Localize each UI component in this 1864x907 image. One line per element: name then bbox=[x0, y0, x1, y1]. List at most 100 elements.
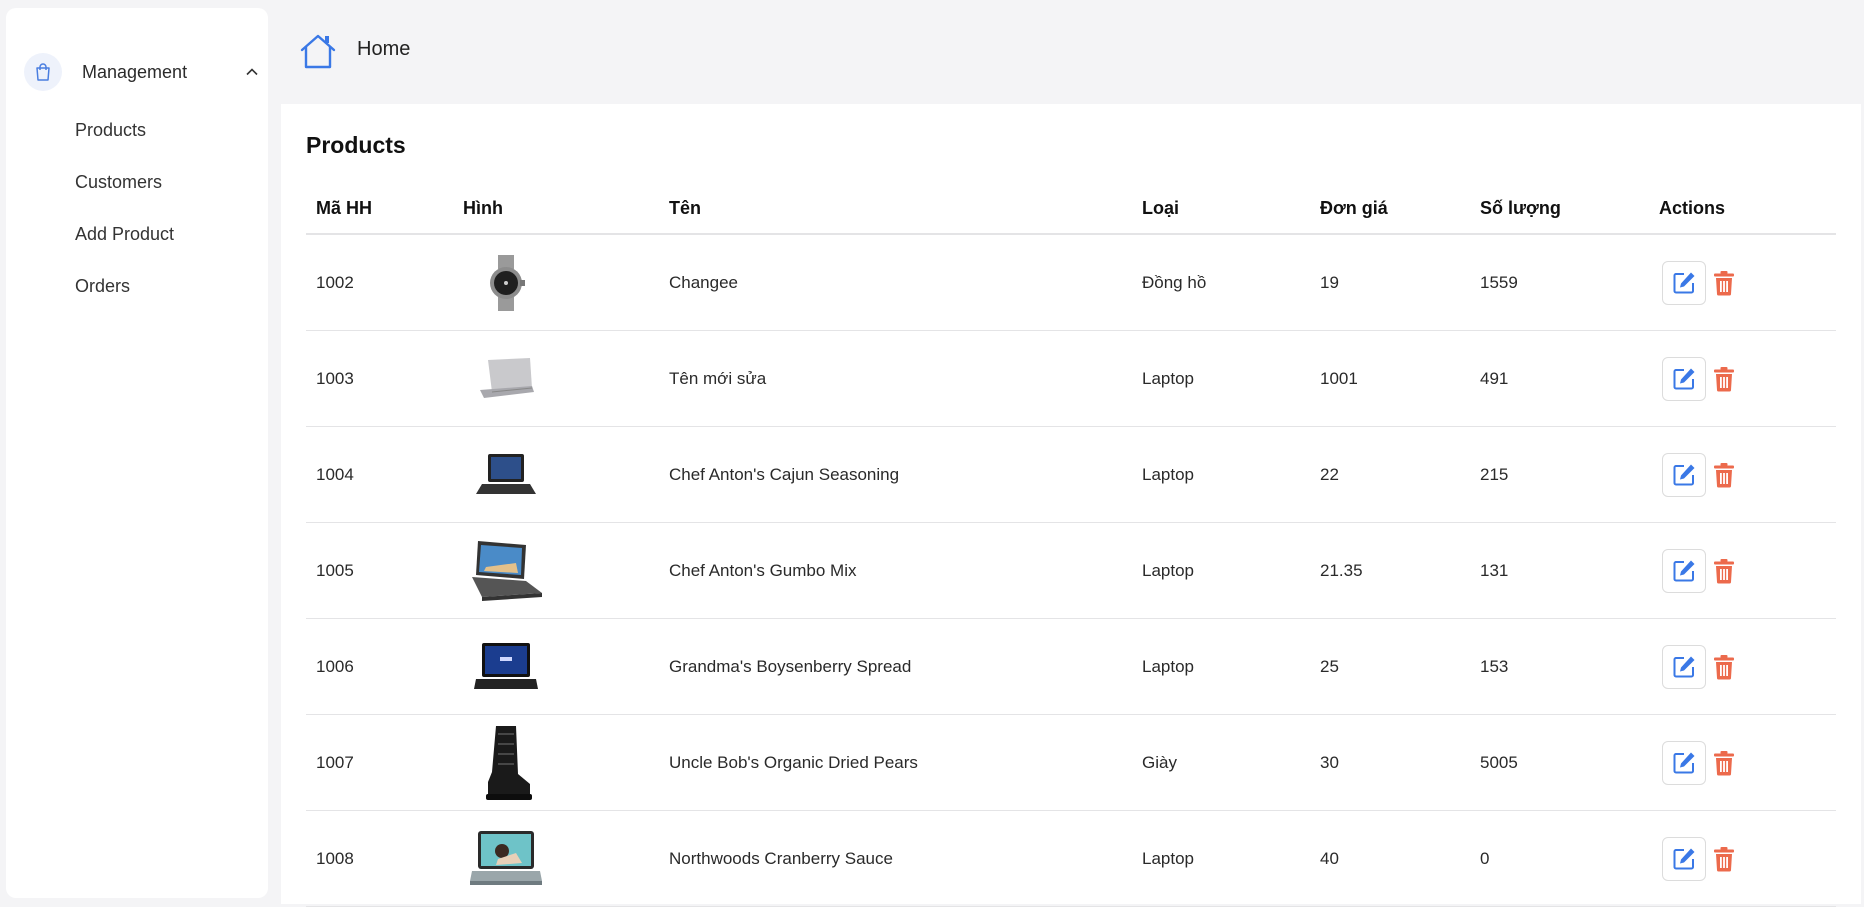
delete-button[interactable] bbox=[1710, 741, 1738, 785]
table-row: 1007 Uncle Bob's Organic Dried Pears Già… bbox=[306, 715, 1836, 811]
table-row: 1004 Chef Anton's Cajun Seasoning Laptop… bbox=[306, 427, 1836, 523]
product-type: Laptop bbox=[1142, 561, 1194, 580]
product-price: 22 bbox=[1320, 465, 1339, 484]
product-price: 19 bbox=[1320, 273, 1339, 292]
column-header-quantity: Số lượng bbox=[1480, 198, 1561, 218]
product-price: 40 bbox=[1320, 849, 1339, 868]
products-table: Mã HH Hình Tên Loại Đơn giá Số lượng Act… bbox=[306, 186, 1836, 907]
page-title: Products bbox=[306, 132, 406, 158]
product-quantity: 5005 bbox=[1480, 753, 1518, 772]
column-header-image: Hình bbox=[463, 198, 503, 218]
edit-icon bbox=[1673, 560, 1695, 582]
edit-button[interactable] bbox=[1662, 549, 1706, 593]
table-body: 1002 Changee Đồng hồ 19 1559 1003 Tên mớ… bbox=[306, 235, 1836, 907]
sidebar: Management Products Customers Add Produc… bbox=[6, 8, 268, 898]
sidebar-item-add-product[interactable]: Add Product bbox=[75, 219, 255, 249]
edit-icon bbox=[1673, 848, 1695, 870]
trash-icon bbox=[1714, 463, 1734, 488]
edit-icon bbox=[1673, 272, 1695, 294]
product-id: 1003 bbox=[316, 369, 354, 388]
product-type: Laptop bbox=[1142, 369, 1194, 388]
product-quantity: 215 bbox=[1480, 465, 1509, 484]
product-id: 1005 bbox=[316, 561, 354, 580]
edit-button[interactable] bbox=[1662, 261, 1706, 305]
edit-icon bbox=[1673, 368, 1695, 390]
delete-button[interactable] bbox=[1710, 357, 1738, 401]
delete-button[interactable] bbox=[1710, 549, 1738, 593]
product-name: Grandma's Boysenberry Spread bbox=[669, 657, 912, 676]
trash-icon bbox=[1714, 655, 1734, 680]
edit-icon bbox=[1673, 656, 1695, 678]
product-name: Changee bbox=[669, 273, 739, 292]
product-name: Tên mới sửa bbox=[669, 369, 767, 388]
product-price: 25 bbox=[1320, 657, 1339, 676]
chevron-up-icon bbox=[240, 60, 264, 84]
table-row: 1008 Northwoods Cranberry Sauce Laptop 4… bbox=[306, 811, 1836, 907]
product-name: Northwoods Cranberry Sauce bbox=[669, 849, 893, 868]
breadcrumb-home[interactable]: Home bbox=[357, 38, 410, 61]
row-actions bbox=[1662, 235, 1738, 331]
product-image bbox=[461, 811, 551, 907]
trash-icon bbox=[1714, 847, 1734, 872]
product-price: 21.35 bbox=[1320, 561, 1363, 580]
column-header-name: Tên bbox=[669, 198, 702, 218]
row-actions bbox=[1662, 331, 1738, 427]
product-image bbox=[461, 331, 551, 427]
trash-icon bbox=[1714, 271, 1734, 296]
row-actions bbox=[1662, 619, 1738, 715]
table-row: 1005 Chef Anton's Gumbo Mix Laptop 21.35… bbox=[306, 523, 1836, 619]
sidebar-item-customers[interactable]: Customers bbox=[75, 167, 255, 197]
delete-button[interactable] bbox=[1710, 261, 1738, 305]
product-image bbox=[461, 715, 551, 811]
row-actions bbox=[1662, 715, 1738, 811]
home-icon[interactable] bbox=[298, 31, 338, 71]
trash-icon bbox=[1714, 559, 1734, 584]
row-actions bbox=[1662, 523, 1738, 619]
column-header-type: Loại bbox=[1142, 198, 1180, 218]
products-card: Products Mã HH Hình Tên Loại Đơn giá Số … bbox=[281, 104, 1861, 907]
column-header-actions: Actions bbox=[1659, 198, 1726, 218]
column-header-id: Mã HH bbox=[316, 198, 373, 218]
product-image bbox=[461, 523, 551, 619]
edit-button[interactable] bbox=[1662, 357, 1706, 401]
product-type: Laptop bbox=[1142, 465, 1194, 484]
trash-icon bbox=[1714, 751, 1734, 776]
product-quantity: 131 bbox=[1480, 561, 1509, 580]
product-id: 1008 bbox=[316, 849, 354, 868]
delete-button[interactable] bbox=[1710, 837, 1738, 881]
sidebar-item-orders[interactable]: Orders bbox=[75, 271, 255, 301]
product-quantity: 1559 bbox=[1480, 273, 1518, 292]
management-menu-toggle[interactable]: Management bbox=[24, 46, 264, 98]
row-actions bbox=[1662, 811, 1738, 907]
product-id: 1007 bbox=[316, 753, 354, 772]
product-type: Đồng hồ bbox=[1142, 273, 1207, 292]
product-quantity: 491 bbox=[1480, 369, 1509, 388]
delete-button[interactable] bbox=[1710, 453, 1738, 497]
product-quantity: 153 bbox=[1480, 657, 1509, 676]
table-header: Mã HH Hình Tên Loại Đơn giá Số lượng Act… bbox=[306, 186, 1836, 235]
edit-icon bbox=[1673, 752, 1695, 774]
product-image bbox=[461, 427, 551, 523]
edit-button[interactable] bbox=[1662, 741, 1706, 785]
trash-icon bbox=[1714, 367, 1734, 392]
row-actions bbox=[1662, 427, 1738, 523]
edit-button[interactable] bbox=[1662, 453, 1706, 497]
product-image bbox=[461, 235, 551, 331]
management-menu-title: Management bbox=[82, 61, 188, 82]
product-price: 30 bbox=[1320, 753, 1339, 772]
edit-icon bbox=[1673, 464, 1695, 486]
sidebar-item-products[interactable]: Products bbox=[75, 115, 255, 145]
edit-button[interactable] bbox=[1662, 645, 1706, 689]
delete-button[interactable] bbox=[1710, 645, 1738, 689]
table-row: 1002 Changee Đồng hồ 19 1559 bbox=[306, 235, 1836, 331]
product-id: 1004 bbox=[316, 465, 354, 484]
product-price: 1001 bbox=[1320, 369, 1358, 388]
table-row: 1006 Grandma's Boysenberry Spread Laptop… bbox=[306, 619, 1836, 715]
product-id: 1002 bbox=[316, 273, 354, 292]
product-name: Uncle Bob's Organic Dried Pears bbox=[669, 753, 918, 772]
shopping-bag-icon bbox=[24, 53, 62, 91]
edit-button[interactable] bbox=[1662, 837, 1706, 881]
product-quantity: 0 bbox=[1480, 849, 1490, 868]
product-name: Chef Anton's Gumbo Mix bbox=[669, 561, 857, 580]
column-header-price: Đơn giá bbox=[1320, 198, 1388, 218]
